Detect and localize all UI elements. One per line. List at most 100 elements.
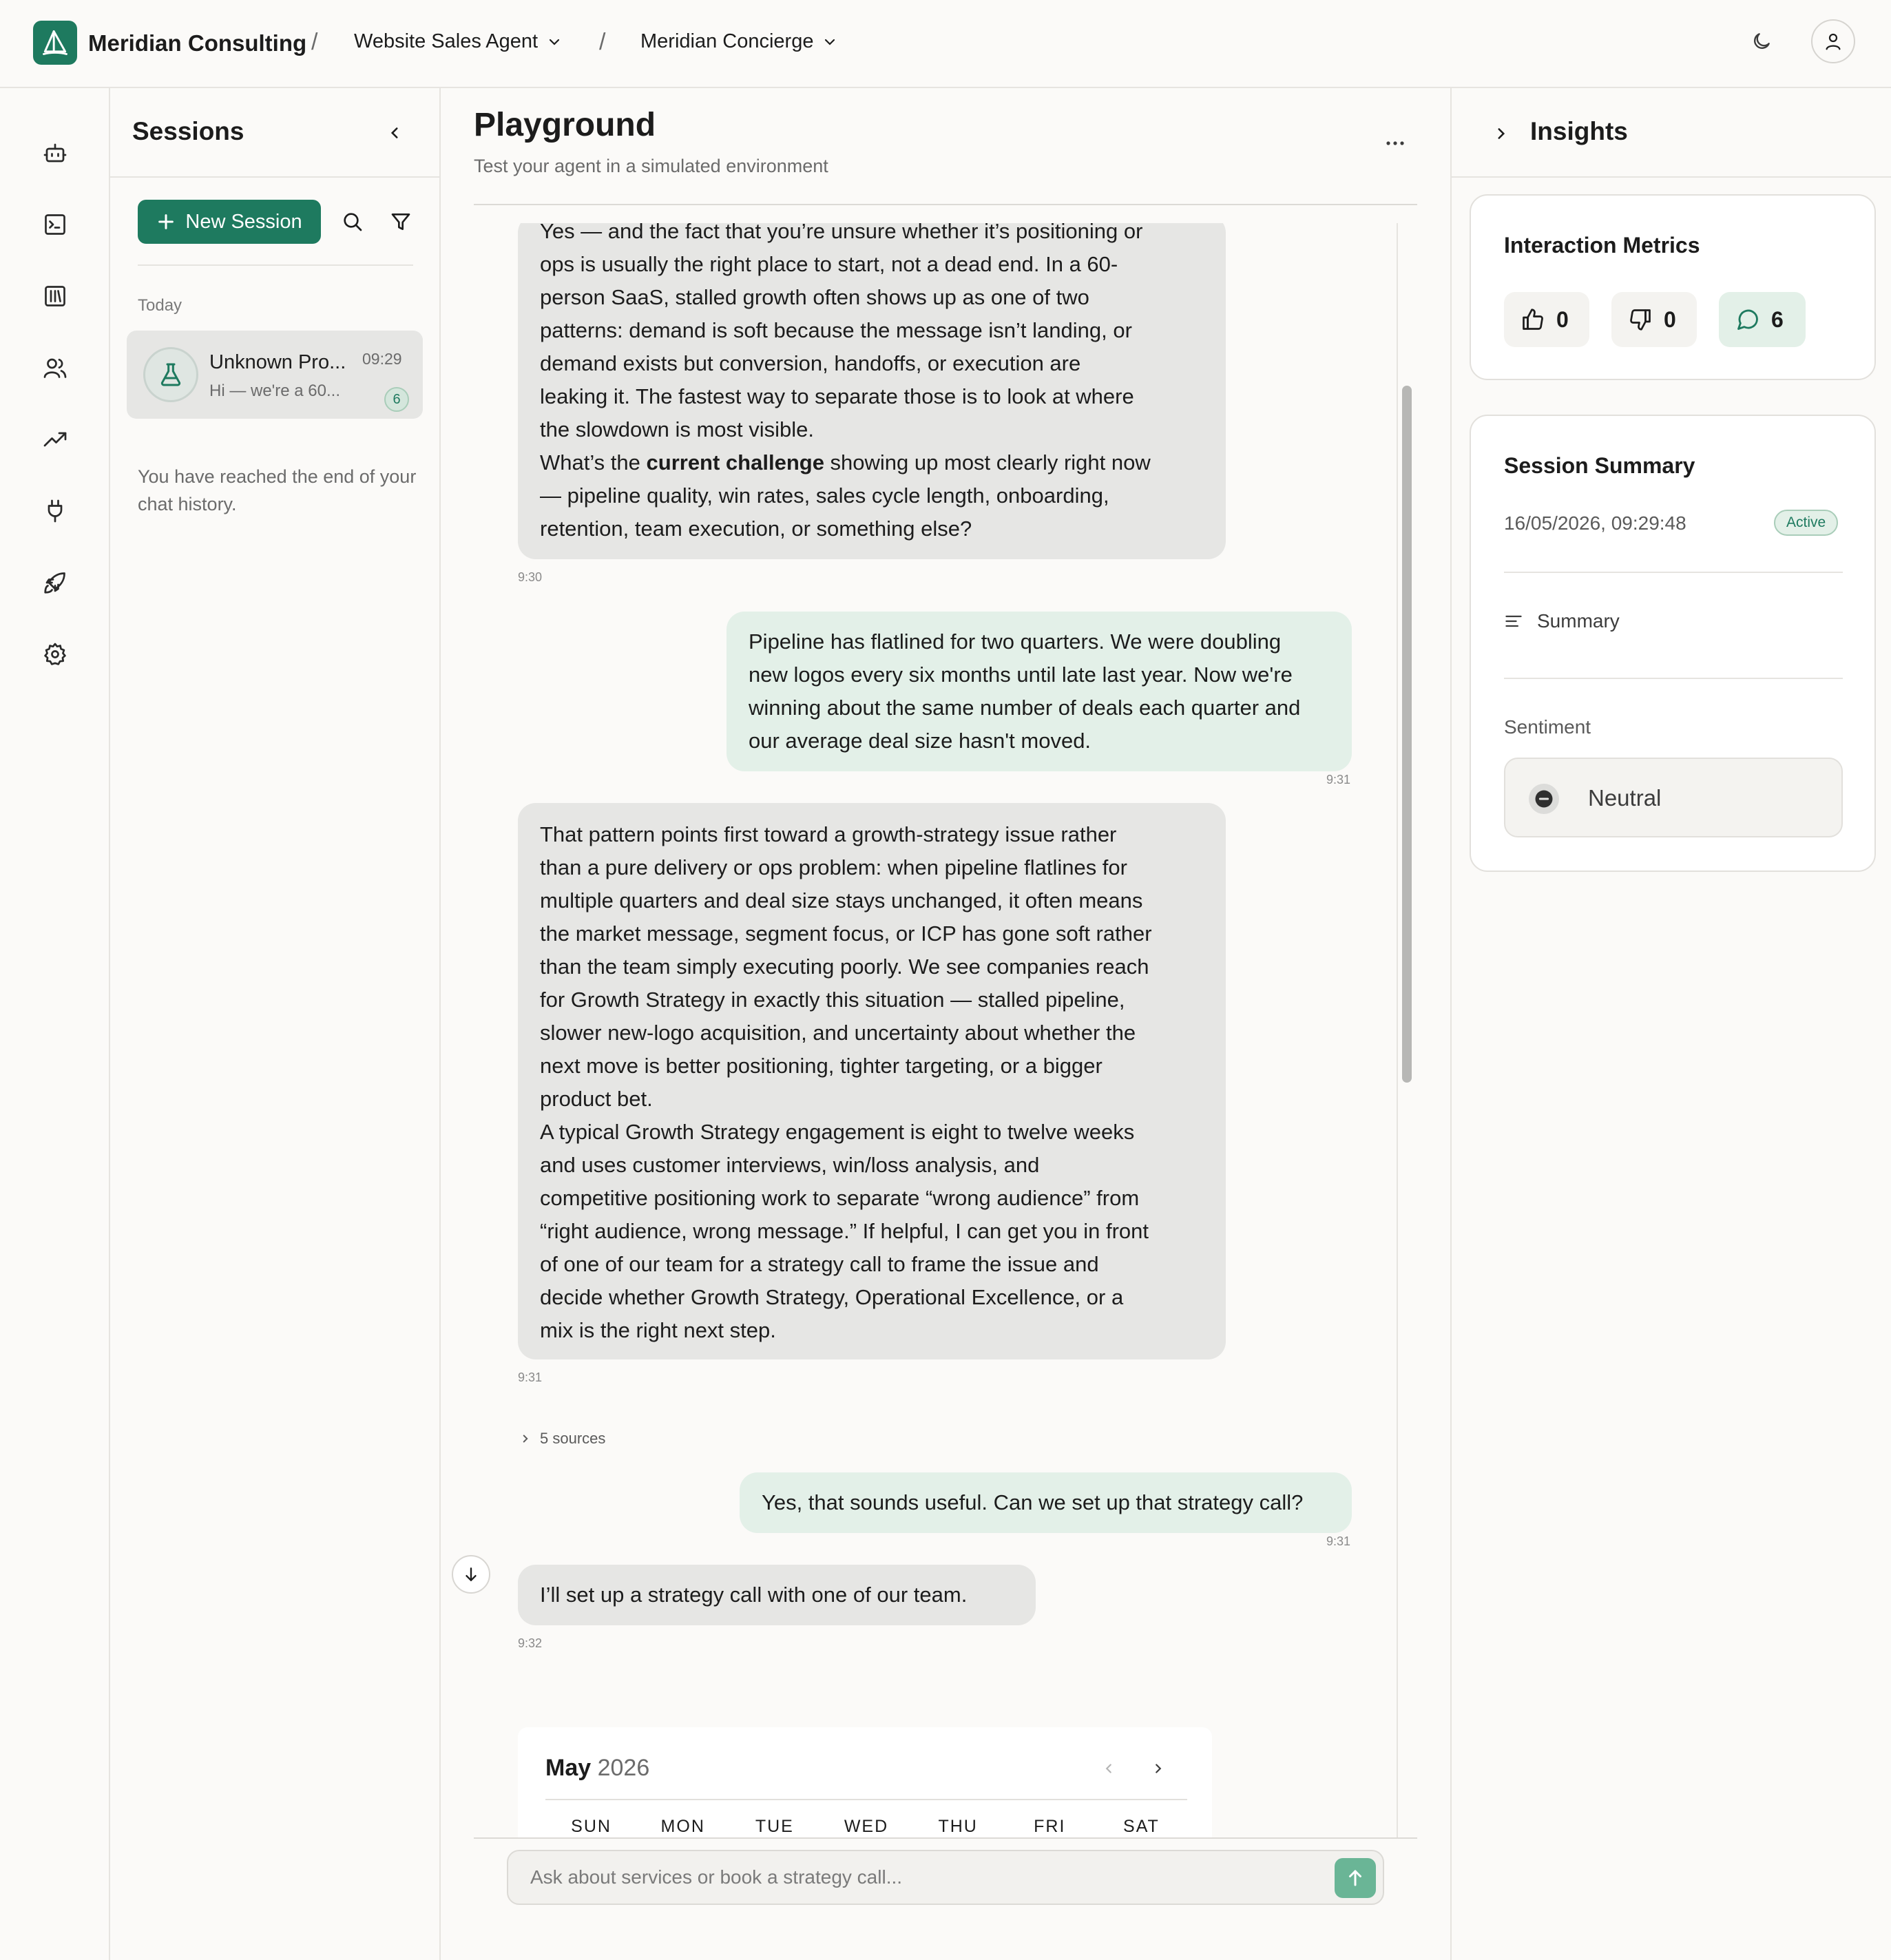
message-circle-icon [1737, 309, 1758, 330]
sessions-panel: Sessions New Session Today Unknown Pro..… [110, 88, 441, 1960]
trending-up-icon [43, 432, 67, 447]
chat-transcript[interactable]: Yes — and the fact that you’re unsure wh… [474, 223, 1398, 1837]
org-name: Meridian Consulting [88, 30, 307, 56]
search-sessions-button[interactable] [335, 204, 370, 240]
brand-logo[interactable] [33, 21, 77, 65]
status-badge: Active [1774, 510, 1839, 536]
thumbs-down-icon [1630, 309, 1651, 331]
divider [474, 1837, 1417, 1839]
chevron-right-icon [523, 1435, 528, 1443]
weekday-label: FRI [1034, 1817, 1066, 1836]
nav-analytics[interactable] [36, 420, 74, 459]
chevron-down-icon [549, 39, 560, 45]
user-avatar-button[interactable] [1811, 19, 1855, 63]
user-message: Pipeline has flatlined for two quarters.… [727, 612, 1352, 771]
agent-selector-label: Website Sales Agent [354, 30, 539, 52]
session-name: Unknown Pro... [209, 351, 346, 373]
thumbs-down-metric[interactable]: 0 [1611, 292, 1697, 347]
session-item[interactable]: Unknown Pro... 09:29 Hi — we're a 60... … [127, 331, 423, 419]
message-timestamp: 9:31 [1326, 773, 1351, 786]
message-timestamp: 9:31 [1326, 1534, 1351, 1548]
nav-agents[interactable] [36, 134, 74, 172]
summary-toggle[interactable]: Summary [1504, 610, 1620, 632]
send-button[interactable] [1335, 1858, 1376, 1898]
plus-icon [158, 214, 174, 229]
nav-deploy[interactable] [36, 563, 74, 602]
summary-label: Summary [1537, 610, 1620, 632]
minus-circle-icon [1535, 790, 1553, 808]
agent-message: Yes — and the fact that you’re unsure wh… [518, 223, 1226, 559]
bot-icon [43, 143, 67, 163]
sentiment-icon-wrap [1529, 784, 1559, 814]
message-text: Yes, that sounds useful. Can we set up t… [762, 1490, 1304, 1514]
previous-month-button[interactable] [1094, 1753, 1124, 1784]
message-count-badge: 6 [384, 387, 409, 412]
weekday-label: MON [660, 1817, 705, 1836]
nav-contacts[interactable] [36, 348, 74, 387]
sources-toggle[interactable]: 5 sources [519, 1430, 605, 1448]
next-month-button[interactable] [1143, 1753, 1173, 1784]
insights-title: Insights [1530, 117, 1628, 145]
sources-label: 5 sources [540, 1430, 606, 1447]
message-timestamp: 9:31 [518, 1370, 543, 1384]
scroll-to-bottom-button[interactable] [452, 1555, 490, 1594]
user-message: Yes, that sounds useful. Can we set up t… [740, 1472, 1352, 1533]
nav-integrations[interactable] [36, 492, 74, 530]
persona-selector[interactable]: Meridian Concierge [640, 30, 838, 53]
collapse-sessions-button[interactable] [377, 116, 412, 150]
user-icon [1826, 33, 1841, 50]
users-icon [43, 358, 67, 378]
more-options-button[interactable] [1377, 129, 1413, 157]
page-subtitle: Test your agent in a simulated environme… [474, 156, 828, 176]
arrow-up-icon [1349, 1870, 1361, 1886]
sentiment-label: Sentiment [1504, 716, 1591, 738]
persona-selector-label: Meridian Concierge [640, 30, 814, 52]
page-title: Playground [474, 107, 656, 143]
thumbs-up-metric[interactable]: 0 [1504, 292, 1589, 347]
thumbs-down-count: 0 [1664, 306, 1676, 332]
booking-calendar[interactable]: May 2026 SUN MON TUE WED THU FRI SAT [518, 1727, 1212, 1837]
theme-toggle-button[interactable] [1739, 19, 1784, 63]
session-preview: Hi — we're a 60... [209, 382, 340, 400]
nav-settings[interactable] [36, 635, 74, 674]
messages-metric[interactable]: 6 [1719, 292, 1806, 347]
messages-count: 6 [1771, 306, 1784, 332]
top-bar: Meridian Consulting / Website Sales Agen… [0, 0, 1891, 88]
library-icon [45, 286, 65, 306]
divider [474, 204, 1417, 205]
filter-icon [391, 213, 410, 230]
flask-icon [160, 363, 181, 386]
chevron-left-icon [1105, 1764, 1111, 1773]
plug-icon [48, 499, 63, 523]
message-input[interactable] [530, 1862, 1329, 1893]
terminal-icon [45, 214, 65, 235]
nav-rail [0, 88, 110, 1960]
session-datetime: 16/05/2026, 09:29:48 [1504, 512, 1686, 534]
nav-playground[interactable] [36, 205, 74, 244]
nav-library[interactable] [36, 277, 74, 315]
message-text: That pattern points first toward a growt… [540, 822, 1152, 1342]
calendar-month-label: May 2026 [545, 1755, 650, 1781]
divider [1504, 678, 1843, 679]
end-of-history-text: You have reached the end of your chat hi… [138, 466, 417, 514]
weekday-header: SUN MON TUE WED THU FRI SAT [545, 1817, 1187, 1837]
divider [110, 176, 439, 178]
scrollbar-thumb[interactable] [1402, 386, 1412, 1083]
toggle-insights-button[interactable] [1485, 117, 1518, 150]
breadcrumb-separator: / [311, 29, 318, 55]
chevron-right-icon [1498, 128, 1505, 139]
more-horizontal-icon [1386, 141, 1404, 145]
breadcrumb-separator: / [599, 29, 606, 55]
new-session-button[interactable]: New Session [138, 200, 321, 244]
filter-sessions-button[interactable] [383, 204, 419, 240]
agent-selector[interactable]: Website Sales Agent [354, 30, 563, 53]
agent-message: I’ll set up a strategy call with one of … [518, 1565, 1036, 1625]
session-group-label: Today [138, 296, 182, 315]
align-left-icon [1505, 615, 1522, 627]
chevron-right-icon [1156, 1764, 1162, 1773]
session-summary-card: Session Summary 16/05/2026, 09:29:48 Act… [1470, 415, 1876, 872]
message-composer [507, 1850, 1384, 1905]
weekday-label: WED [844, 1817, 889, 1836]
divider [1504, 572, 1843, 573]
message-timestamp: 9:30 [518, 570, 543, 584]
